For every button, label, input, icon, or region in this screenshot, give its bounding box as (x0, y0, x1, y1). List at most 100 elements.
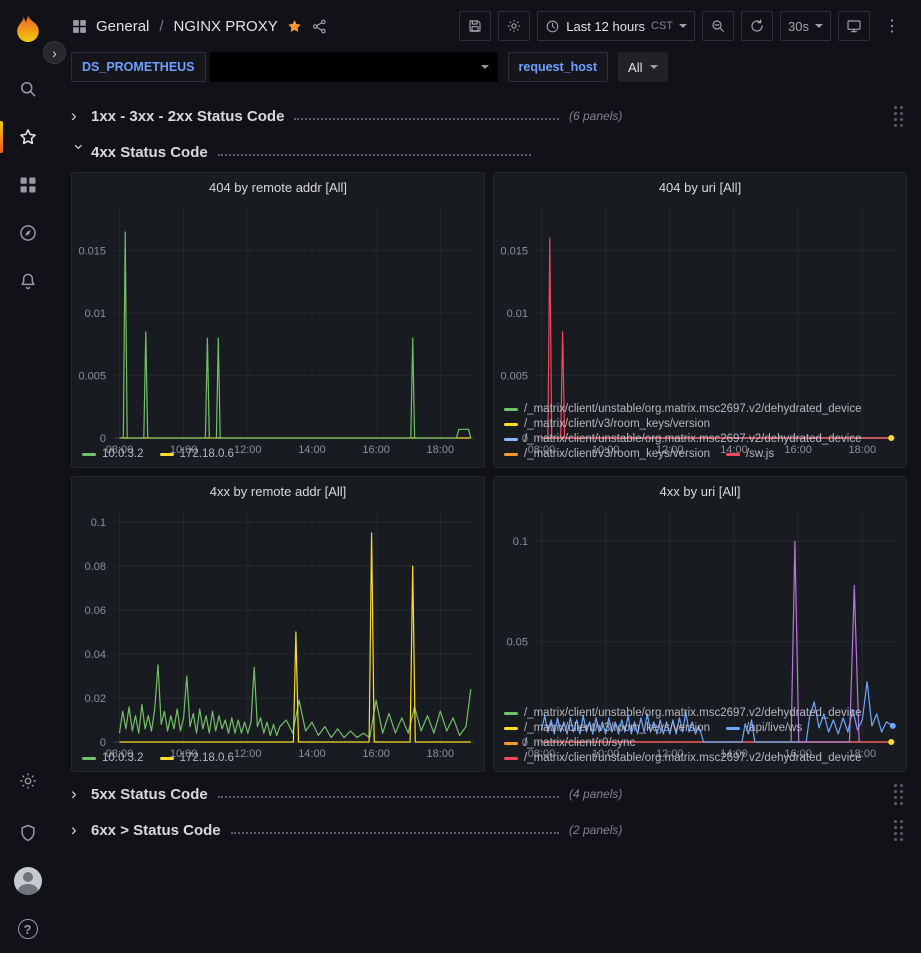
legend-label: /_matrix/client/unstable/org.matrix.msc2… (524, 752, 862, 764)
row-header-6xx[interactable]: › 6xx > Status Code (2 panels) (71, 816, 907, 844)
chevron-right-icon: › (71, 784, 91, 804)
legend-item[interactable]: 172.18.0.6 (160, 448, 234, 460)
legend-item[interactable]: /_matrix/client/v3/room_keys/version (504, 448, 710, 460)
legend-item[interactable]: /_matrix/client/v3/room_keys/version (504, 418, 710, 430)
share-icon[interactable] (311, 18, 328, 35)
datasource-variable-label[interactable]: DS_PROMETHEUS (71, 52, 206, 82)
legend-label: /_matrix/client/unstable/org.matrix.msc2… (524, 433, 862, 445)
datasource-variable-select[interactable] (210, 52, 498, 82)
sidebar-item-dashboards[interactable] (0, 161, 55, 209)
chevron-down-icon (679, 24, 687, 28)
sidebar-item-profile[interactable] (0, 857, 55, 905)
svg-text:0.005: 0.005 (500, 371, 528, 383)
dotted-leader (218, 796, 559, 798)
legend-label: /_matrix/client/unstable/org.matrix.msc2… (524, 403, 862, 415)
row-drag-handle[interactable] (890, 779, 907, 810)
series-color-swatch (504, 453, 518, 456)
row-drag-handle[interactable] (890, 815, 907, 846)
favorite-star-icon[interactable] (286, 18, 303, 35)
chevron-down-icon (481, 65, 489, 69)
series-color-swatch (160, 757, 174, 760)
panel-title[interactable]: 4xx by uri [All] (494, 477, 906, 505)
sidebar-item-alerting[interactable] (0, 257, 55, 305)
clock-icon (545, 19, 560, 34)
legend-item[interactable]: /_matrix/client/unstable/org.matrix.msc2… (504, 707, 862, 719)
timeseries-chart[interactable]: 00.0050.010.01508:0010:0012:0014:0016:00… (494, 201, 906, 401)
dashboard-body: › 1xx - 3xx - 2xx Status Code (6 panels)… (55, 88, 921, 953)
refresh-interval-select[interactable]: 30s (780, 11, 831, 41)
shield-icon (18, 823, 38, 843)
time-range-label: Last 12 hours (566, 19, 645, 34)
panel-4xx-by-uri: 4xx by uri [All] 00.050.108:0010:0012:00… (493, 476, 907, 772)
row-title: 4xx Status Code (91, 144, 208, 161)
chevron-down-icon (815, 24, 823, 28)
row-header-4xx[interactable]: › 4xx Status Code (71, 138, 907, 166)
sidebar-expand-button[interactable]: › (43, 41, 66, 64)
legend-item[interactable]: /_matrix/client/v3/room_keys/version (504, 722, 710, 734)
legend-label: /_matrix/client/v3/room_keys/version (524, 722, 710, 734)
sidebar-item-explore[interactable] (0, 209, 55, 257)
legend-item[interactable]: /_matrix/client/unstable/org.matrix.msc2… (504, 752, 862, 764)
row-title: 6xx > Status Code (91, 822, 221, 839)
dashboards-grid-icon (18, 175, 38, 195)
row-header-5xx[interactable]: › 5xx Status Code (4 panels) (71, 780, 907, 808)
topbar: General / NGINX PROXY (55, 0, 921, 52)
svg-text:0.01: 0.01 (85, 308, 106, 320)
legend-label: /_matrix/client/v3/room_keys/version (524, 418, 710, 430)
legend-item[interactable]: /_matrix/client/unstable/org.matrix.msc2… (504, 433, 862, 445)
series-color-swatch (504, 408, 518, 411)
timeseries-chart[interactable]: 00.020.040.060.080.108:0010:0012:0014:00… (72, 505, 484, 750)
panel-title[interactable]: 4xx by remote addr [All] (72, 477, 484, 505)
row-title: 5xx Status Code (91, 786, 208, 803)
series-color-swatch (504, 712, 518, 715)
timeseries-chart[interactable]: 00.050.108:0010:0012:0014:0016:0018:00 (494, 505, 906, 705)
sidebar-item-search[interactable] (0, 65, 55, 113)
dashboard-settings-button[interactable] (498, 11, 530, 41)
panel-legend: /_matrix/client/unstable/org.matrix.msc2… (494, 401, 906, 467)
legend-label: 10.0.3.2 (102, 752, 144, 764)
svg-text:0.1: 0.1 (513, 536, 528, 548)
legend-label: 172.18.0.6 (180, 752, 234, 764)
grafana-flame-icon (11, 12, 45, 46)
svg-text:0.1: 0.1 (91, 517, 106, 529)
legend-item[interactable]: /sw.js (726, 448, 774, 460)
legend-label: /api/live/ws (746, 722, 802, 734)
svg-text:0.01: 0.01 (507, 308, 528, 320)
sidebar-item-starred[interactable] (0, 113, 55, 161)
panel-title[interactable]: 404 by uri [All] (494, 173, 906, 201)
legend-item[interactable]: 10.0.3.2 (82, 448, 144, 460)
breadcrumb-section[interactable]: General (96, 18, 149, 35)
row-drag-handle[interactable] (890, 101, 907, 132)
panel-4xx-by-remote-addr: 4xx by remote addr [All] 00.020.040.060.… (71, 476, 485, 772)
panel-404-by-remote-addr: 404 by remote addr [All] 00.0050.010.015… (71, 172, 485, 468)
save-dashboard-button[interactable] (459, 11, 491, 41)
panel-title[interactable]: 404 by remote addr [All] (72, 173, 484, 201)
zoom-out-button[interactable] (702, 11, 734, 41)
legend-item[interactable]: 172.18.0.6 (160, 752, 234, 764)
series-color-swatch (504, 438, 518, 441)
tv-mode-button[interactable] (838, 11, 870, 41)
time-range-picker[interactable]: Last 12 hours CST (537, 11, 695, 41)
legend-item[interactable]: /api/live/ws (726, 722, 802, 734)
chevron-right-icon: › (71, 820, 91, 840)
breadcrumb-dashboard-title[interactable]: NGINX PROXY (174, 18, 278, 35)
legend-item[interactable]: /_matrix/client/r0/sync (504, 737, 635, 749)
legend-item[interactable]: /_matrix/client/unstable/org.matrix.msc2… (504, 403, 862, 415)
row-header-1xx-3xx-2xx[interactable]: › 1xx - 3xx - 2xx Status Code (6 panels) (71, 102, 907, 130)
sidebar-item-help[interactable]: ? (0, 905, 55, 953)
timeseries-chart[interactable]: 00.0050.010.01508:0010:0012:0014:0016:00… (72, 201, 484, 446)
sidebar-item-configuration[interactable] (0, 757, 55, 805)
svg-text:0.06: 0.06 (85, 605, 106, 617)
panel-legend: 10.0.3.2 172.18.0.6 (72, 446, 484, 467)
apps-grid-icon (71, 18, 88, 35)
refresh-button[interactable] (741, 11, 773, 41)
legend-item[interactable]: 10.0.3.2 (82, 752, 144, 764)
row-panel-count: (6 panels) (569, 109, 622, 123)
svg-text:0.04: 0.04 (85, 649, 106, 661)
request-host-variable-select[interactable]: All (618, 52, 668, 82)
chart-svg: 00.0050.010.01508:0010:0012:0014:0016:00… (72, 201, 484, 458)
kebab-menu-button[interactable]: ⋮ (877, 11, 907, 41)
sidebar-item-server-admin[interactable] (0, 809, 55, 857)
request-host-variable-label[interactable]: request_host (508, 52, 609, 82)
series-color-swatch (82, 453, 96, 456)
